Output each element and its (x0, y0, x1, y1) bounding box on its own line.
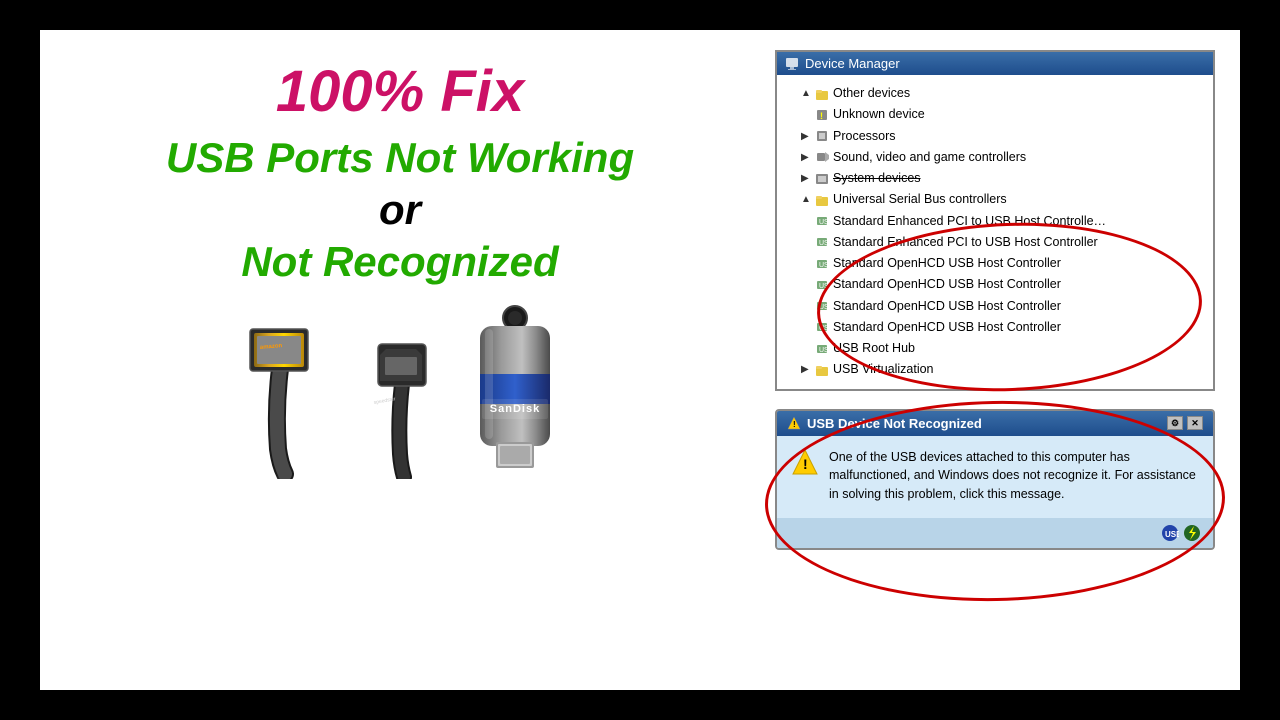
taskbar-usb-icon: USB (1161, 524, 1179, 542)
dm-row-enhanced1: USB Standard Enhanced PCI to USB Host Co… (783, 211, 1207, 232)
usb-b-svg: speedster (360, 329, 450, 479)
device-manager-window: Device Manager ▲ Other devices ! Unknown… (775, 50, 1215, 391)
dm-row-openhcd4: USB Standard OpenHCD USB Host Controller (783, 317, 1207, 338)
usb-device-icon-6: USB (815, 320, 829, 334)
usb-folder-icon (815, 193, 829, 207)
usb-images-section: amazon (230, 304, 570, 479)
svg-text:!: ! (820, 111, 823, 121)
taskbar-icons: USB (1161, 524, 1201, 542)
usb-device-icon-4: USB (815, 278, 829, 292)
dm-label-processors: Processors (833, 126, 896, 147)
dm-label-openhcd3: Standard OpenHCD USB Host Controller (833, 296, 1061, 317)
dialog-warning-triangle: ! (791, 448, 819, 476)
dm-row-openhcd3: USB Standard OpenHCD USB Host Controller (783, 296, 1207, 317)
close-icon: ✕ (1191, 418, 1199, 429)
dm-row-unknown-device: ! Unknown device (783, 104, 1207, 125)
svg-text:USB: USB (819, 240, 829, 247)
dialog-warning-icon-titlebar: ! (787, 416, 801, 430)
title-fix: 100% Fix (276, 60, 524, 124)
usb-dialog-wrapper: ! USB Device Not Recognized ⚙ ✕ (775, 409, 1215, 550)
dm-row-other-devices: ▲ Other devices (783, 83, 1207, 104)
right-panel: Device Manager ▲ Other devices ! Unknown… (760, 30, 1240, 690)
dm-row-enhanced2: USB Standard Enhanced PCI to USB Host Co… (783, 232, 1207, 253)
usb-cable-b: speedster (360, 329, 450, 479)
unknown-device-icon: ! (815, 108, 829, 122)
dm-label-usb-root-hub: USB Root Hub (833, 338, 915, 359)
usb-device-icon-3: USB (815, 257, 829, 271)
dm-label-usb-virt: USB Virtualization (833, 359, 934, 380)
svg-text:USB: USB (819, 283, 829, 290)
usb-a-svg: amazon (230, 309, 350, 479)
svg-text:USB: USB (819, 325, 829, 332)
dm-label-system: System devices (833, 168, 921, 189)
arrow-usb: ▲ (801, 191, 811, 208)
sound-icon (815, 150, 829, 164)
device-manager-title: Device Manager (805, 56, 900, 71)
usb-device-icon-5: USB (815, 299, 829, 313)
title-not-recognized: Not Recognized (241, 238, 558, 286)
dialog-body: ! One of the USB devices attached to thi… (777, 436, 1213, 518)
svg-text:USB: USB (819, 347, 829, 354)
folder-icon (815, 87, 829, 101)
dialog-title-left: ! USB Device Not Recognized (787, 416, 982, 431)
main-container: 100% Fix USB Ports Not Working or Not Re… (40, 30, 1240, 690)
arrow-processors: ▶ (801, 128, 811, 145)
dialog-controls[interactable]: ⚙ ✕ (1167, 416, 1203, 430)
svg-text:!: ! (793, 420, 796, 429)
svg-text:USB: USB (819, 262, 829, 269)
dialog-titlebar: ! USB Device Not Recognized ⚙ ✕ (777, 411, 1213, 436)
dm-label-unknown-device: Unknown device (833, 104, 925, 125)
processor-icon (815, 129, 829, 143)
dm-row-openhcd1: USB Standard OpenHCD USB Host Controller (783, 253, 1207, 274)
dm-label-openhcd4: Standard OpenHCD USB Host Controller (833, 317, 1061, 338)
arrow-virt: ▶ (801, 361, 811, 378)
usb-device-icon-1: USB (815, 214, 829, 228)
usb-flash-drive: SanDisk (460, 304, 570, 479)
svg-text:USB: USB (819, 219, 829, 226)
dialog-title-text: USB Device Not Recognized (807, 416, 982, 431)
arrow-sound: ▶ (801, 149, 811, 166)
svg-text:USB: USB (1165, 530, 1179, 539)
dm-label-openhcd1: Standard OpenHCD USB Host Controller (833, 253, 1061, 274)
arrow-other-devices: ▲ (801, 85, 811, 102)
dialog-settings-btn[interactable]: ⚙ (1167, 416, 1183, 430)
dm-row-sound: ▶ Sound, video and game controllers (783, 147, 1207, 168)
dm-row-system: ▶ System devices (783, 168, 1207, 189)
taskbar-power-icon (1183, 524, 1201, 542)
device-manager-titlebar: Device Manager (777, 52, 1213, 75)
dm-label-usb-controllers: Universal Serial Bus controllers (833, 189, 1007, 210)
usb-not-recognized-dialog[interactable]: ! USB Device Not Recognized ⚙ ✕ (775, 409, 1215, 550)
svg-text:!: ! (803, 456, 808, 472)
title-usb-ports: USB Ports Not Working (166, 134, 634, 182)
device-manager-content: ▲ Other devices ! Unknown device ▶ Pr (777, 75, 1213, 389)
left-panel: 100% Fix USB Ports Not Working or Not Re… (40, 30, 760, 690)
usb-virt-icon (815, 363, 829, 377)
dm-label-other-devices: Other devices (833, 83, 910, 104)
usb-flash-svg: SanDisk (460, 304, 570, 479)
title-or: or (379, 186, 421, 234)
dm-row-processors: ▶ Processors (783, 126, 1207, 147)
usb-device-icon-2: USB (815, 235, 829, 249)
dm-row-usb-virt: ▶ USB Virtualization (783, 359, 1207, 380)
dm-label-enhanced2: Standard Enhanced PCI to USB Host Contro… (833, 232, 1098, 253)
arrow-system: ▶ (801, 170, 811, 187)
dm-row-usb-controllers: ▲ Universal Serial Bus controllers (783, 189, 1207, 210)
svg-text:USB: USB (819, 304, 829, 311)
computer-icon (785, 57, 799, 71)
dm-label-sound: Sound, video and game controllers (833, 147, 1026, 168)
settings-icon: ⚙ (1171, 418, 1179, 429)
dialog-close-btn[interactable]: ✕ (1187, 416, 1203, 430)
dialog-message-text: One of the USB devices attached to this … (829, 448, 1199, 504)
svg-text:SanDisk: SanDisk (490, 403, 540, 415)
dm-label-openhcd2: Standard OpenHCD USB Host Controller (833, 274, 1061, 295)
usb-cable-a: amazon (230, 309, 350, 479)
system-icon (815, 172, 829, 186)
dialog-bottom: USB (777, 518, 1213, 548)
dm-row-openhcd2: USB Standard OpenHCD USB Host Controller (783, 274, 1207, 295)
dm-label-enhanced1: Standard Enhanced PCI to USB Host Contro… (833, 211, 1106, 232)
usb-root-hub-icon: USB (815, 342, 829, 356)
dm-row-usb-root-hub: USB USB Root Hub (783, 338, 1207, 359)
